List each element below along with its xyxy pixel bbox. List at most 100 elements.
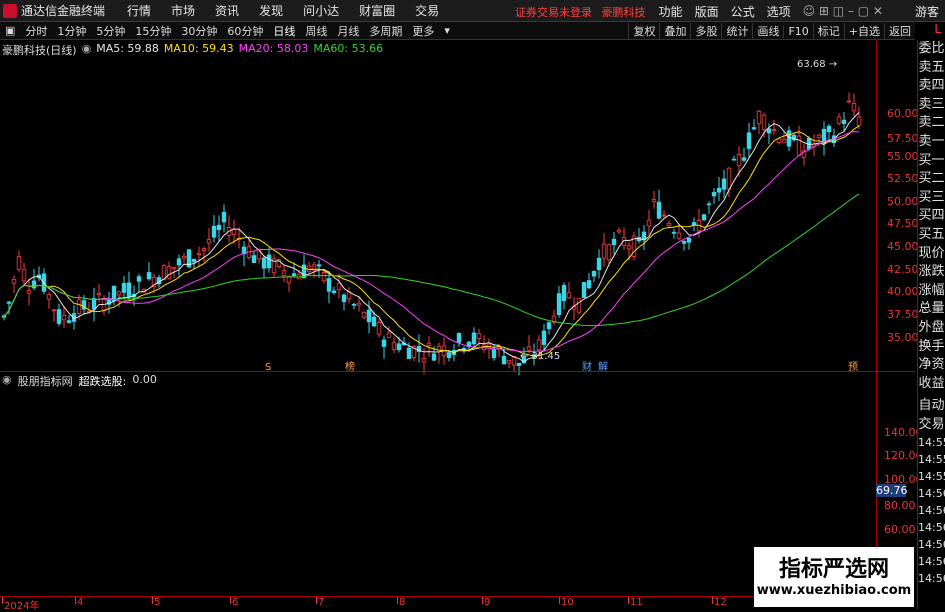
side-label-6: 买一 [918,152,945,168]
toolbar-menu-icon[interactable]: ▣ [0,24,20,37]
candle-body [211,225,217,238]
chart-buttons: 复权 叠加 多股 统计 画线 F10 标记 +自选 返回 [628,22,915,40]
tick-time-6: 14:56 [918,538,945,552]
candle-body [121,283,127,293]
candle-body [501,355,507,365]
candle-body [56,309,62,324]
layout-button[interactable]: 版面 [689,3,725,20]
candle-body [541,330,547,345]
period-tab-monthly[interactable]: 月线 [332,23,364,39]
period-tab-60min[interactable]: 60分钟 [222,23,268,39]
indicator-value: 0.00 [132,373,157,386]
period-tab-multi[interactable]: 多周期 [364,23,407,39]
candle-body [516,362,522,366]
side-label-17: 净资 [918,357,945,373]
back-button[interactable]: 返回 [884,23,915,39]
side-label-3: 卖三 [918,96,945,112]
candle-body [281,270,287,277]
candle-body [136,276,142,282]
menu-item-trade[interactable]: 交易 [405,2,449,19]
candle-body [351,303,357,306]
date-tick-3 [230,597,231,604]
auto-trade-label-1[interactable]: 自动 [918,397,945,416]
more-dropdown-icon[interactable]: ▾ [439,24,455,37]
period-tab-more[interactable]: 更多 [407,23,439,39]
login-notice[interactable]: 证券交易未登录 豪鹏科技 [515,4,652,20]
date-axis: 2024年 4 5 6 7 8 9 10 11 12 [0,596,876,612]
period-tab-weekly[interactable]: 周线 [300,23,332,39]
indicator-header: ◉ 股朋指标网 超跌选股: 0.00 [2,373,157,389]
menu-item-market[interactable]: 市场 [161,2,205,19]
mark-button[interactable]: 标记 [812,23,844,39]
f10-button[interactable]: F10 [783,24,812,38]
high-price-label: 63.68 → [797,59,837,70]
indicator-name[interactable]: 股朋指标网 [18,373,73,389]
candle-body [376,322,382,335]
candle-body [756,110,762,125]
menu-item-ask[interactable]: 问小达 [293,2,349,19]
candle-body [331,290,337,294]
candle-body [221,211,227,223]
menu-item-quotes[interactable]: 行情 [117,2,161,19]
side-label-13: 涨幅 [918,282,945,298]
kline-chart[interactable]: 63.68 →← 31.45S 榜财解预 [0,40,876,596]
candle-body [576,297,582,313]
candle-body [251,255,257,264]
period-tab-daily[interactable]: 日线 [268,23,300,39]
menu-item-wealth[interactable]: 财富圈 [349,2,405,19]
date-label-6: 9 [484,597,491,608]
side-panel-mark[interactable]: L [934,22,941,36]
candle-body [381,339,387,347]
period-tab-1min[interactable]: 1分钟 [52,23,91,39]
menu-item-discover[interactable]: 发现 [249,2,293,19]
period-tab-5min[interactable]: 5分钟 [91,23,130,39]
window-controls[interactable]: ☺ ⊞ ◫ – ▢ ✕ [797,4,889,18]
candle-body [26,290,32,294]
period-tab-intraday[interactable]: 分时 [20,23,52,39]
candle-body [836,116,842,124]
menu-item-news[interactable]: 资讯 [205,2,249,19]
candle-body [566,292,572,299]
tick-time-0: 14:55 [918,436,945,450]
period-tab-30min[interactable]: 30分钟 [176,23,222,39]
draw-line-button[interactable]: 画线 [752,23,783,39]
side-label-2: 卖四 [918,78,945,94]
date-tick-0 [2,597,3,604]
add-watchlist-button[interactable]: +自选 [843,23,884,39]
trade-login-status[interactable]: 证券交易未登录 [515,6,592,19]
candle-body [191,258,197,263]
tick-time-1: 14:55 [918,453,945,467]
function-button[interactable]: 功能 [653,3,689,20]
candle-body [701,214,707,221]
side-label-18: 收益 [918,375,945,391]
overlay-button[interactable]: 叠加 [659,23,690,39]
side-label-9: 买四 [918,208,945,224]
period-tab-15min[interactable]: 15分钟 [130,23,176,39]
side-label-5: 卖一 [918,133,945,149]
current-stock-name: 豪鹏科技 [601,6,646,19]
candle-body [611,238,617,246]
formula-button[interactable]: 公式 [725,3,761,20]
candle-body [741,157,747,161]
candle-body [201,247,207,252]
indicator-settings-icon[interactable]: ◉ [2,373,12,389]
candle-body [796,135,802,156]
candle-body [526,346,532,351]
candle-body [16,256,22,270]
adjust-button[interactable]: 复权 [628,23,659,39]
candle-body [746,132,752,149]
candle-body [856,116,862,126]
multi-stock-button[interactable]: 多股 [690,23,721,39]
candle-body [446,352,452,359]
stats-button[interactable]: 统计 [721,23,752,39]
candle-body [336,282,342,291]
candle-body [651,198,657,202]
guest-label[interactable]: 游客 [909,3,945,20]
candle-body [771,129,777,131]
candle-body [21,269,27,282]
options-button[interactable]: 选项 [761,3,797,20]
main-menu: 行情 市场 资讯 发现 问小达 财富圈 交易 [117,2,449,19]
candle-body [406,347,412,360]
auto-trade-label-2[interactable]: 交易 [918,416,945,435]
candle-body [216,224,222,231]
